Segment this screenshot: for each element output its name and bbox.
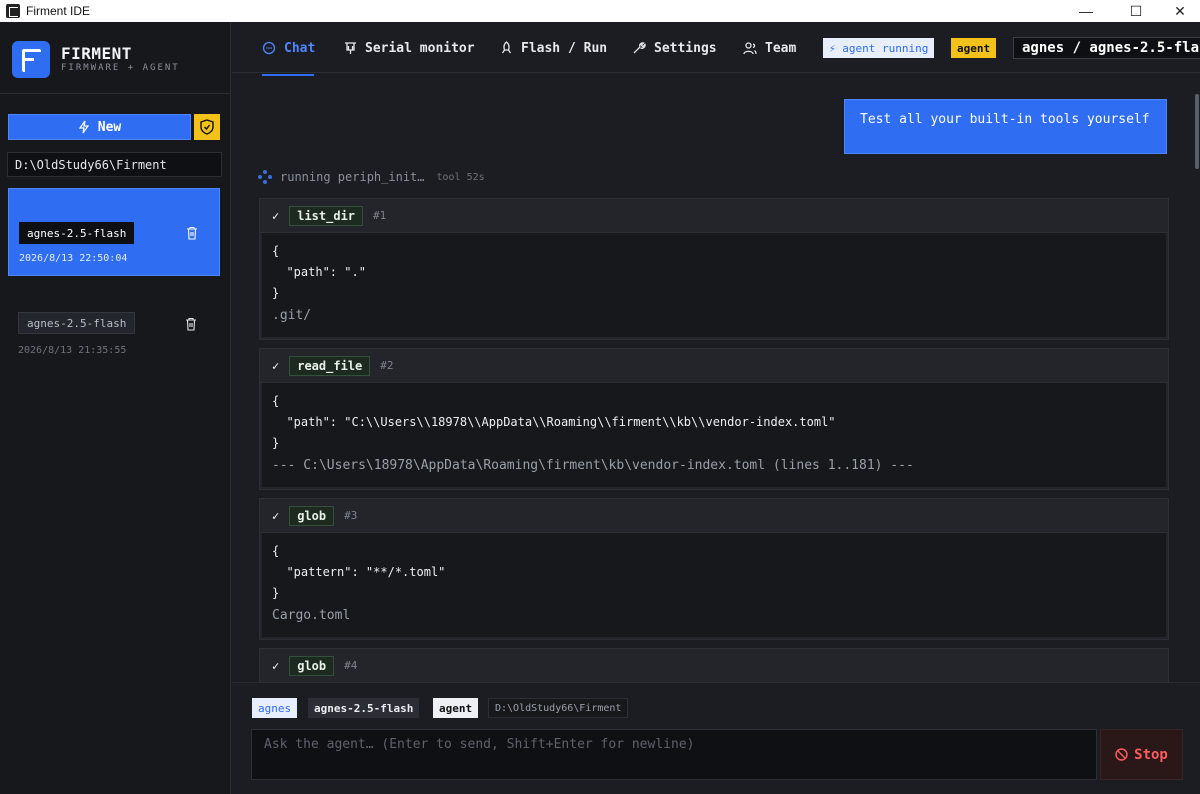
tool-number: #4 <box>344 659 358 672</box>
spinner-icon <box>258 170 272 184</box>
mode-badge: agent <box>951 38 997 58</box>
tool-call-card[interactable]: ✓ glob #4 <box>259 648 1169 682</box>
tool-name: read_file <box>289 355 371 376</box>
provider-chip: agnes <box>252 698 298 718</box>
tool-args: { "path": "C:\\Users\\18978\\AppData\\Ro… <box>272 394 836 450</box>
brand-header: FIRMENT FIRMWARE + AGENT <box>0 22 231 94</box>
tool-number: #2 <box>380 359 394 372</box>
stop-label: Stop <box>1134 746 1168 763</box>
sidebar: FIRMENT FIRMWARE + AGENT New D:\OldStudy… <box>0 22 231 794</box>
chat-bubble-icon <box>262 41 276 55</box>
tab-label: Team <box>765 40 797 56</box>
running-text: running periph_init… <box>280 170 425 184</box>
tab-chat[interactable]: Chat <box>262 39 315 57</box>
tool-result: Cargo.toml <box>272 608 351 623</box>
plug-icon <box>345 42 356 54</box>
session-item-active[interactable]: agnes-2.5-flash 2026/8/13 22:50:04 <box>8 188 220 276</box>
tool-call-body: { "pattern": "**/*.toml" } Cargo.toml <box>262 533 1166 637</box>
tool-name: glob <box>289 505 335 526</box>
tab-team[interactable]: Team <box>743 39 796 57</box>
window-titlebar: Firment IDE — ☐ ✕ <box>0 0 1200 22</box>
check-icon: ✓ <box>272 658 280 673</box>
chat-scrollbar[interactable] <box>1194 74 1200 682</box>
tool-call-body: { "path": "." } .git/ <box>262 233 1166 337</box>
composer: agnes agnes-2.5-flash agent D:\OldStudy6… <box>232 682 1200 794</box>
model-chip: agnes-2.5-flash <box>308 698 420 718</box>
team-icon <box>743 42 757 55</box>
tool-call-header[interactable]: ✓ read_file #2 <box>260 349 1168 383</box>
tool-name: list_dir <box>289 205 364 226</box>
session-item[interactable]: agnes-2.5-flash 2026/8/13 21:35:55 <box>8 292 220 380</box>
mode-chip: agent <box>433 698 479 718</box>
firment-logo-icon <box>12 41 50 78</box>
check-icon: ✓ <box>272 358 280 373</box>
user-message: Test all your built-in tools yourself <box>844 99 1167 154</box>
wrench-icon <box>633 42 646 54</box>
scrollbar-thumb[interactable] <box>1195 94 1199 169</box>
running-status: running periph_init… tool 52s <box>258 168 485 186</box>
close-icon[interactable]: ✕ <box>1157 0 1200 22</box>
tool-args: { "pattern": "**/*.toml" } <box>272 544 446 600</box>
session-model-chip: agnes-2.5-flash <box>18 312 136 334</box>
tab-flash-run[interactable]: Flash / Run <box>500 39 607 57</box>
agent-status-badge: ⚡ agent running <box>823 38 935 58</box>
tool-call-header[interactable]: ✓ list_dir #1 <box>260 199 1168 233</box>
tab-settings[interactable]: Settings <box>632 39 717 57</box>
window-title: Firment IDE <box>26 4 91 18</box>
top-nav: Chat Serial monitor Flash / Run Settings… <box>232 22 1200 76</box>
shield-check-icon <box>200 119 214 135</box>
running-meta: tool 52s <box>436 171 485 183</box>
tab-label: Flash / Run <box>521 40 608 56</box>
minimize-icon[interactable]: — <box>1063 0 1109 22</box>
message-input[interactable]: Ask the agent… (Enter to send, Shift+Ent… <box>251 729 1097 780</box>
check-icon: ✓ <box>272 508 280 523</box>
workspace-path-field[interactable]: D:\OldStudy66\Firment <box>7 152 222 177</box>
tool-name: glob <box>289 655 335 676</box>
tab-label: Chat <box>284 40 316 56</box>
model-select[interactable]: agnes / agnes-2.5-flash <box>1013 37 1200 59</box>
workspace-chip: D:\OldStudy66\Firment <box>488 698 629 718</box>
tool-call-card[interactable]: ✓ list_dir #1 { "path": "." } .git/ <box>259 198 1169 340</box>
chat-transcript: Test all your built-in tools yourself ru… <box>232 74 1200 682</box>
tool-call-header[interactable]: ✓ glob #3 <box>260 499 1168 533</box>
new-session-label: New <box>97 119 122 135</box>
stop-icon <box>1115 748 1128 761</box>
brand-name: FIRMENT <box>61 44 132 63</box>
new-session-button[interactable]: New <box>8 114 191 140</box>
session-model-chip: agnes-2.5-flash <box>19 222 135 244</box>
delete-session-icon[interactable] <box>186 226 198 240</box>
tab-serial-monitor[interactable]: Serial monitor <box>344 39 475 57</box>
tool-call-body: { "path": "C:\\Users\\18978\\AppData\\Ro… <box>262 383 1166 487</box>
tab-label: Serial monitor <box>365 40 475 56</box>
tool-args: { "path": "." } <box>272 244 366 300</box>
session-timestamp: 2026/8/13 22:50:04 <box>19 253 128 264</box>
tool-result: --- C:\Users\18978\AppData\Roaming\firme… <box>272 458 914 473</box>
delete-session-icon[interactable] <box>185 317 197 331</box>
check-icon: ✓ <box>272 208 280 223</box>
shield-button[interactable] <box>194 114 220 140</box>
tab-label: Settings <box>654 40 717 56</box>
tool-number: #3 <box>344 509 358 522</box>
brand-tagline: FIRMWARE + AGENT <box>61 63 180 73</box>
lightning-icon <box>78 120 89 134</box>
tool-call-card[interactable]: ✓ glob #3 { "pattern": "**/*.toml" } Car… <box>259 498 1169 640</box>
rocket-icon <box>501 41 512 54</box>
tool-result: .git/ <box>272 308 312 323</box>
tool-call-card[interactable]: ✓ read_file #2 { "path": "C:\\Users\\189… <box>259 348 1169 490</box>
stop-button[interactable]: Stop <box>1100 729 1183 780</box>
tool-call-header[interactable]: ✓ glob #4 <box>260 649 1168 682</box>
app-icon <box>6 4 20 18</box>
session-timestamp: 2026/8/13 21:35:55 <box>18 345 127 356</box>
tool-number: #1 <box>373 209 387 222</box>
maximize-icon[interactable]: ☐ <box>1113 0 1159 22</box>
